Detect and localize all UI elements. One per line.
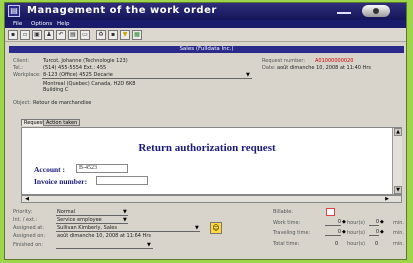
back-arrow-icon[interactable]: ↶	[56, 30, 66, 40]
spinner-icon[interactable]: ◆	[342, 219, 346, 225]
document-title: Return authorization request	[138, 142, 276, 154]
chevron-down-icon[interactable]: ▼	[195, 225, 199, 231]
orb-dot-icon	[373, 8, 379, 14]
note-icon[interactable]: ▭	[80, 30, 90, 40]
request-number-value: A01000000020	[315, 58, 354, 64]
folder-icon[interactable]: ▪	[108, 30, 118, 40]
total-time-label: Total time:	[273, 241, 300, 247]
priority-select[interactable]	[56, 215, 128, 216]
clipboard-icon: ▤	[8, 5, 20, 17]
address-line-2: Building C	[43, 87, 69, 93]
total-min-value: 0	[375, 241, 379, 247]
chevron-down-icon[interactable]: ▼	[246, 72, 250, 78]
vertical-scrollbar[interactable]: ▲ ▼	[392, 128, 402, 194]
workplace-label: Workplace:	[13, 72, 41, 78]
object-value[interactable]: Retour de marchandise	[33, 100, 91, 106]
toolbar: ▪ ▫ ▣ ♟ ↶ ▤ ▭ ♻ ▪ ▼ ▦	[5, 28, 406, 42]
minimize-button[interactable]	[337, 8, 351, 14]
priority-label: Priority:	[13, 209, 33, 215]
tab-action-taken[interactable]: Action taken	[43, 119, 81, 126]
scroll-left-icon[interactable]: ◀	[23, 196, 31, 202]
tel-value: (514) 455-5554 Ext.: 455	[43, 65, 107, 71]
invoice-input[interactable]	[96, 176, 148, 185]
clipboard-icon[interactable]: ▣	[32, 30, 42, 40]
scroll-right-icon[interactable]: ▶	[383, 196, 391, 202]
hours-unit: hour(s)	[347, 241, 365, 247]
people-icon[interactable]: ♟	[44, 30, 54, 40]
request-document[interactable]: Return authorization request Account : B…	[21, 127, 402, 195]
client-label: Client:	[13, 58, 30, 64]
min-unit: min.	[393, 241, 405, 247]
recycle-icon[interactable]: ♻	[96, 30, 106, 40]
work-hours-input[interactable]: 0	[325, 219, 341, 226]
spinner-icon[interactable]: ◆	[342, 229, 346, 235]
assigned-at-label: Assigned at:	[13, 225, 44, 231]
account-input[interactable]: B-4523	[76, 164, 128, 173]
billable-label: Billable:	[273, 209, 293, 215]
spinner-icon[interactable]: ◆	[380, 229, 384, 235]
hours-unit: hour(s)	[347, 230, 365, 236]
window-title: Management of the work order	[27, 5, 217, 16]
chevron-down-icon[interactable]: ▼	[147, 242, 151, 248]
invoice-label: Invoice number:	[34, 177, 88, 186]
total-hours-value: 0	[335, 241, 339, 247]
request-number-label: Request number:	[262, 58, 306, 64]
int-ext-select[interactable]	[56, 223, 128, 224]
tel-label: Tel.:	[13, 65, 23, 71]
folder-icon[interactable]: ▫	[20, 30, 30, 40]
min-unit: min.	[393, 220, 405, 226]
spinner-icon[interactable]: ◆	[380, 219, 384, 225]
workplace-field[interactable]	[42, 78, 252, 79]
menu-file[interactable]: File	[13, 21, 22, 27]
scroll-up-icon[interactable]: ▲	[394, 128, 402, 136]
title-bar: ▤ Management of the work order	[5, 3, 406, 20]
window-control-button[interactable]	[362, 5, 390, 17]
date-label: Date:	[262, 65, 276, 71]
assign-people-button[interactable]: ☺	[210, 222, 222, 234]
finished-on-label: Finished on:	[13, 242, 43, 248]
billable-checkbox[interactable]	[326, 208, 335, 216]
assigned-at-select[interactable]	[56, 231, 200, 232]
filter-icon[interactable]: ▼	[120, 30, 130, 40]
assigned-on-label: Assigned on:	[13, 233, 46, 239]
section-header: Sales (Fulldata Inc.)	[9, 46, 404, 53]
object-label: Object:	[13, 100, 31, 106]
finished-on-field[interactable]	[56, 248, 153, 249]
scroll-down-icon[interactable]: ▼	[394, 186, 402, 194]
chevron-down-icon[interactable]: ▼	[123, 209, 127, 215]
menu-options[interactable]: Options	[31, 21, 52, 27]
travel-hours-input[interactable]: 0	[325, 229, 341, 236]
work-time-label: Work time:	[273, 220, 301, 226]
work-min-input[interactable]: 0	[369, 219, 379, 226]
assignment-panel: Priority: Normal ▼ Int. / ext.: Service …	[9, 203, 404, 259]
traveling-time-label: Traveling time:	[273, 230, 311, 236]
chevron-down-icon[interactable]: ▼	[123, 217, 127, 223]
assigned-on-value: août dimanche 10, 2008 at 11:64 Hrs	[57, 233, 151, 239]
int-ext-label: Int. / ext.:	[13, 217, 38, 223]
travel-min-input[interactable]: 0	[369, 229, 379, 236]
document-icon[interactable]: ▤	[68, 30, 78, 40]
save-icon[interactable]: ▪	[8, 30, 18, 40]
menu-bar: File Options Help	[5, 20, 406, 28]
horizontal-scrollbar[interactable]: ◀ ▶	[21, 195, 402, 203]
grid-icon[interactable]: ▦	[132, 30, 142, 40]
menu-help[interactable]: Help	[57, 21, 70, 27]
min-unit: min.	[393, 230, 405, 236]
hours-unit: hour(s)	[347, 220, 365, 226]
work-order-window: ▤ Management of the work order File Opti…	[4, 2, 407, 260]
client-value: Turcot, Johanne (Technologie 123)	[43, 58, 128, 64]
account-label: Account :	[34, 165, 66, 174]
date-value: août dimanche 10, 2008 at 11:40 Hrs	[277, 65, 371, 71]
